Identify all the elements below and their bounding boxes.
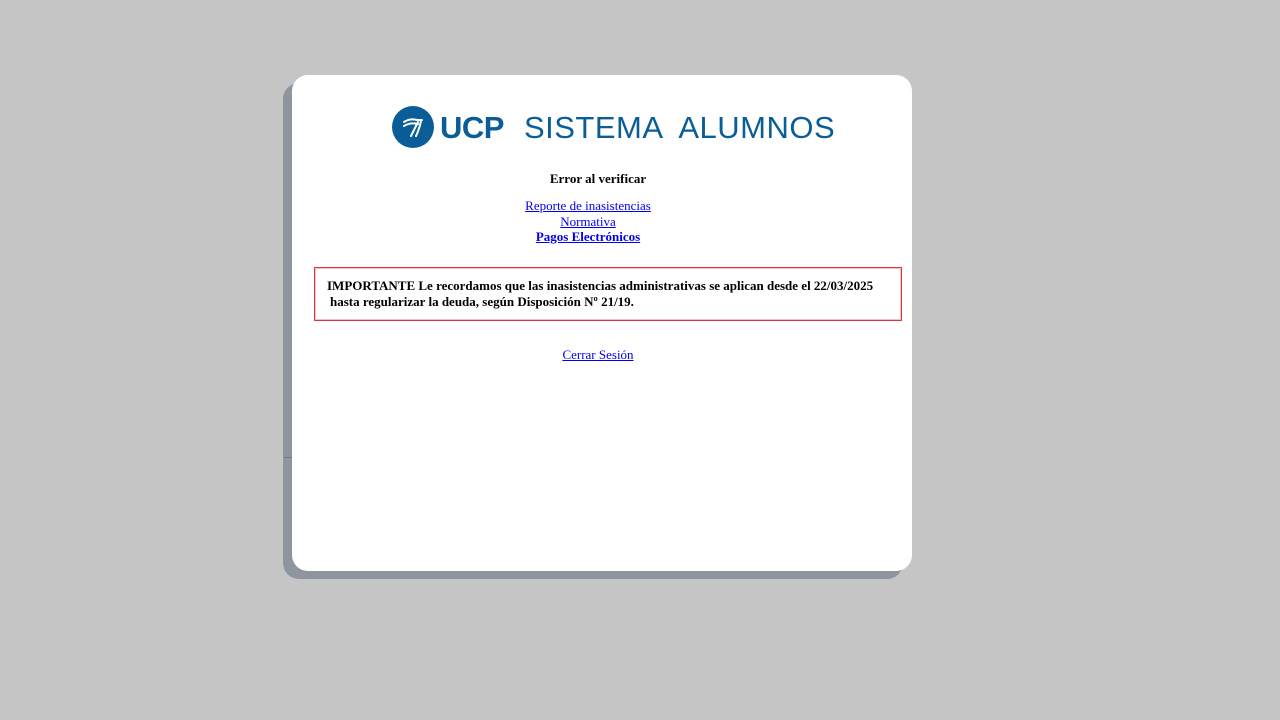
important-notice: IMPORTANTE Le recordamos que las inasist… <box>314 267 902 321</box>
regulations-link[interactable]: Normativa <box>560 214 616 229</box>
page: UCP SISTEMA ALUMNOS Error al verificar R… <box>0 0 1280 720</box>
ucp-logo: UCP SISTEMA ALUMNOS <box>392 105 835 149</box>
notice-line-2: hasta regularizar la deuda, según Dispos… <box>330 294 634 309</box>
notice-line-1: IMPORTANTE Le recordamos que las inasist… <box>327 278 874 293</box>
electronic-payments-link[interactable]: Pagos Electrónicos <box>536 229 640 244</box>
ucp-logo-icon <box>392 106 434 148</box>
status-message: Error al verificar <box>549 171 647 186</box>
logout-link[interactable]: Cerrar Sesión <box>562 347 633 362</box>
absence-report-link[interactable]: Reporte de inasistencias <box>525 198 651 213</box>
links-menu: Reporte de inasistencias Normativa Pagos… <box>292 198 884 245</box>
logout-container: Cerrar Sesión <box>292 347 904 363</box>
login-panel: UCP SISTEMA ALUMNOS Error al verificar R… <box>292 75 912 571</box>
logo-system-name: SISTEMA ALUMNOS <box>523 109 836 145</box>
logo-brand: UCP <box>440 109 504 145</box>
